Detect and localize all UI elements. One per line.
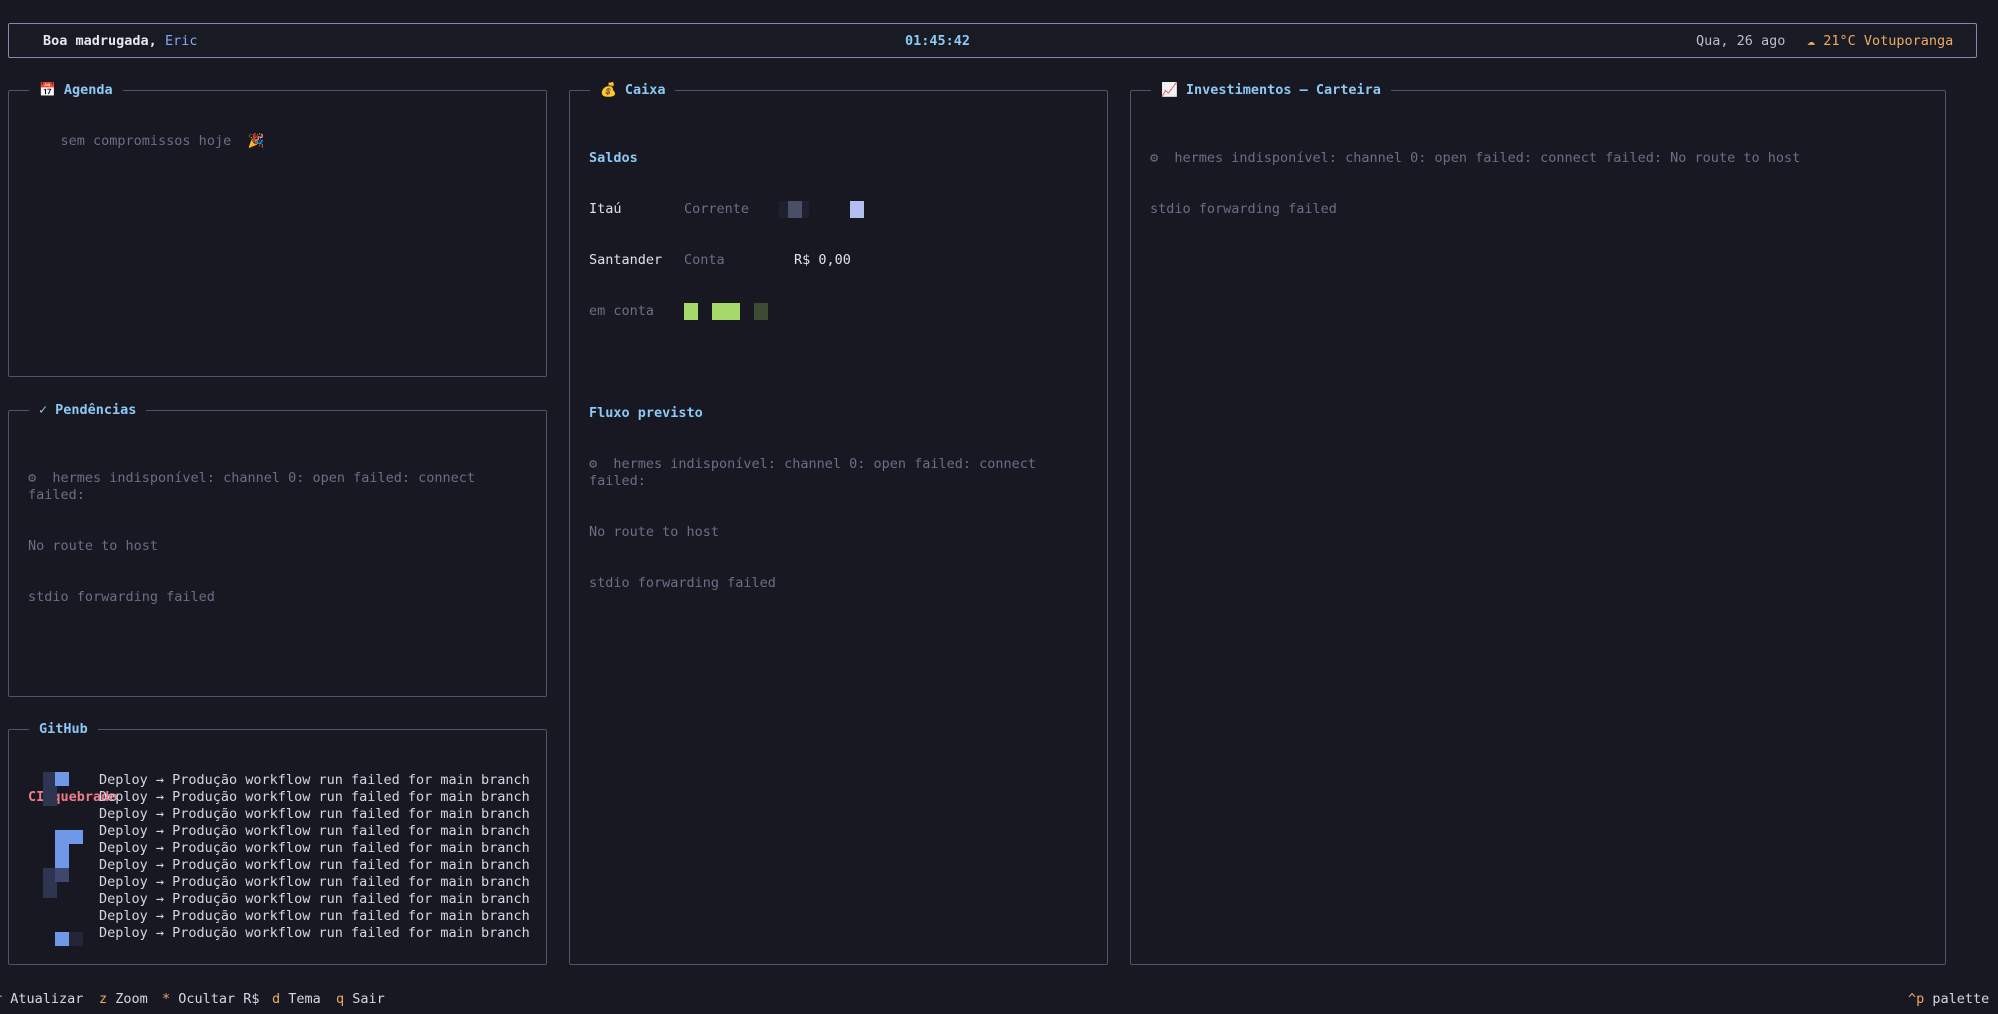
- zoom-shortcut[interactable]: z Zoom: [99, 988, 148, 1010]
- balance-sparkline: [764, 201, 884, 218]
- palette-key: ^p: [1908, 991, 1925, 1007]
- money-bag-icon: 💰: [600, 82, 617, 98]
- caixa-title: 💰 Caixa: [590, 81, 676, 99]
- ci-run-item[interactable]: Deploy → Produção workflow run failed fo…: [99, 823, 530, 840]
- pendencias-panel[interactable]: ✓ Pendências ⚙ hermes indisponível: chann…: [8, 401, 547, 697]
- balance-sparkline: [684, 303, 804, 320]
- github-title: GitHub: [29, 720, 98, 738]
- github-title-label: GitHub: [39, 721, 88, 737]
- account-row: em conta: [589, 303, 1095, 320]
- ci-run-item[interactable]: Deploy → Produção workflow run failed fo…: [99, 840, 530, 857]
- hide-values-shortcut[interactable]: * Ocultar R$: [162, 988, 260, 1010]
- error-line: No route to host: [28, 538, 159, 554]
- ci-run-item[interactable]: Deploy → Produção workflow run failed fo…: [99, 908, 530, 925]
- palette-label: palette: [1932, 991, 1990, 1007]
- theme-shortcut[interactable]: d Tema: [272, 988, 321, 1010]
- account-row: Itaú Corrente: [589, 201, 1095, 218]
- date: Qua, 26 ago: [1696, 33, 1786, 49]
- agenda-empty-text: sem compromissos hoje 🎉: [60, 133, 265, 149]
- error-line: ⚙ hermes indisponível: channel 0: open f…: [1150, 150, 1801, 166]
- ci-run-item[interactable]: Deploy → Produção workflow run failed fo…: [99, 857, 530, 874]
- ci-run-item[interactable]: Deploy → Produção workflow run failed fo…: [99, 891, 530, 908]
- account-bank: Itaú: [589, 201, 622, 217]
- ci-run-item[interactable]: Deploy → Produção workflow run failed fo…: [99, 925, 530, 942]
- chart-up-icon: 📈: [1161, 82, 1178, 98]
- account-row: Santander Conta R$ 0,00: [589, 252, 1095, 269]
- weather: ☁ 21°C Votuporanga: [1807, 33, 1954, 49]
- header-bar: Boa madrugada, Eric 01:45:42 Qua, 26 ago…: [8, 23, 1977, 58]
- quit-shortcut[interactable]: q Sair: [336, 988, 385, 1010]
- refresh-shortcut[interactable]: r Atualizar: [0, 988, 83, 1010]
- calendar-icon: 📅: [39, 82, 56, 98]
- investimentos-title: 📈 Investimentos — Carteira: [1151, 81, 1391, 99]
- hide-label: Ocultar R$: [178, 991, 260, 1007]
- error-line: ⚙ hermes indisponível: channel 0: open f…: [589, 456, 1045, 489]
- agenda-title-label: Agenda: [63, 82, 113, 98]
- fluxo-heading: Fluxo previsto: [589, 405, 703, 421]
- error-line: stdio forwarding failed: [28, 589, 215, 605]
- check-icon: ✓: [39, 402, 48, 418]
- quit-key: q: [336, 991, 345, 1007]
- greeting: Boa madrugada, Eric: [43, 33, 197, 49]
- github-panel[interactable]: GitHub CI quebrado Deploy → Produção wor…: [8, 720, 547, 965]
- error-line: ⚙ hermes indisponível: channel 0: open f…: [28, 470, 484, 503]
- refresh-key: r: [0, 991, 2, 1007]
- account-bank: Santander: [589, 252, 663, 268]
- pendencias-title-label: Pendências: [55, 402, 137, 418]
- ci-run-item[interactable]: Deploy → Produção workflow run failed fo…: [99, 789, 530, 806]
- pendencias-title: ✓ Pendências: [29, 401, 147, 419]
- greeting-text: Boa madrugada,: [43, 33, 157, 49]
- error-line: stdio forwarding failed: [1150, 201, 1337, 217]
- hide-key: *: [162, 991, 171, 1007]
- user-name: Eric: [164, 33, 198, 49]
- zoom-key: z: [99, 991, 108, 1007]
- theme-label: Tema: [288, 991, 321, 1007]
- quit-label: Sair: [352, 991, 385, 1007]
- ci-run-list: Deploy → Produção workflow run failed fo…: [99, 772, 530, 942]
- ci-run-item[interactable]: Deploy → Produção workflow run failed fo…: [99, 806, 530, 823]
- account-type: Conta: [684, 252, 725, 268]
- caixa-title-label: Caixa: [624, 82, 666, 98]
- ci-run-item[interactable]: Deploy → Produção workflow run failed fo…: [99, 874, 530, 891]
- caixa-panel[interactable]: 💰 Caixa Saldos Itaú Corrente Santander Co…: [569, 81, 1108, 965]
- ci-sparkline: [41, 772, 91, 952]
- account-type: Corrente: [684, 201, 750, 217]
- error-line: stdio forwarding failed: [589, 575, 776, 591]
- theme-key: d: [272, 991, 281, 1007]
- refresh-label: Atualizar: [10, 991, 84, 1007]
- palette-shortcut[interactable]: ^p palette: [1908, 988, 1989, 1010]
- agenda-panel[interactable]: 📅 Agenda sem compromissos hoje 🎉: [8, 81, 547, 377]
- error-line: No route to host: [589, 524, 720, 540]
- saldos-heading: Saldos: [589, 150, 638, 166]
- clock: 01:45:42: [905, 33, 971, 49]
- agenda-title: 📅 Agenda: [29, 81, 123, 99]
- investimentos-title-label: Investimentos — Carteira: [1185, 82, 1381, 98]
- investimentos-panel[interactable]: 📈 Investimentos — Carteira ⚙ hermes indis…: [1130, 81, 1946, 965]
- zoom-label: Zoom: [115, 991, 148, 1007]
- footer-keybar: r Atualizar z Zoom * Ocultar R$ d Tema q…: [0, 988, 1998, 1010]
- account-bank: em conta: [589, 303, 655, 319]
- ci-run-item[interactable]: Deploy → Produção workflow run failed fo…: [99, 772, 530, 789]
